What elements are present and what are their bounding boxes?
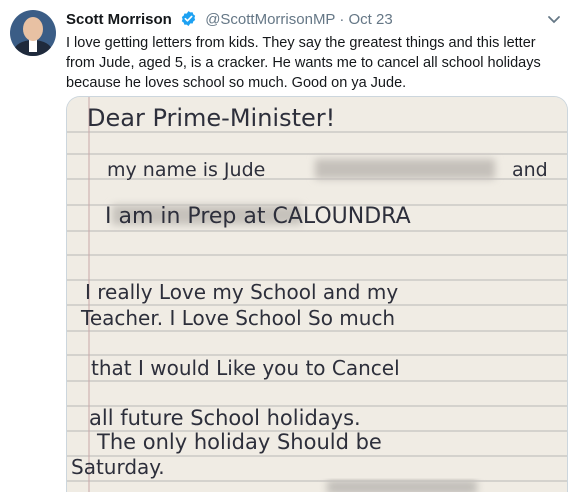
author-name[interactable]: Scott Morrison [66,11,172,28]
letter-line-2: my name is Jude [107,159,265,181]
letter-line-4: I really Love my School and my [85,280,398,304]
chevron-down-icon[interactable] [547,12,561,30]
letter-image: Dear Prime-Minister! my name is Jude and… [67,97,567,492]
verified-badge-icon [180,10,197,33]
letter-line-9: Saturday. [71,455,165,479]
letter-line-7: all future School holidays. [89,406,361,430]
letter-line-3: I am in Prep at CALOUNDRA [105,204,411,229]
author-avatar[interactable] [10,10,56,56]
avatar-shirt [29,40,37,52]
letter-line-2b: and [512,159,548,181]
letter-photo[interactable]: Dear Prime-Minister! my name is Jude and… [66,96,568,492]
tweet[interactable]: Scott Morrison @ScottMorrisonMP · Oct 23… [0,0,575,492]
letter-line-5: Teacher. I Love School So much [80,306,395,330]
letter-line-1: Dear Prime-Minister! [87,104,335,132]
tweet-header: Scott Morrison @ScottMorrisonMP · Oct 23 [66,10,393,33]
tweet-date[interactable]: Oct 23 [349,11,393,28]
letter-line-6: that I would Like you to Cancel [91,356,400,380]
letter-line-8: The only holiday Should be [96,430,382,454]
header-separator: · [339,11,345,28]
author-handle[interactable]: @ScottMorrisonMP [205,11,335,28]
avatar-face [23,17,43,41]
tweet-text: I love getting letters from kids. They s… [66,35,541,91]
